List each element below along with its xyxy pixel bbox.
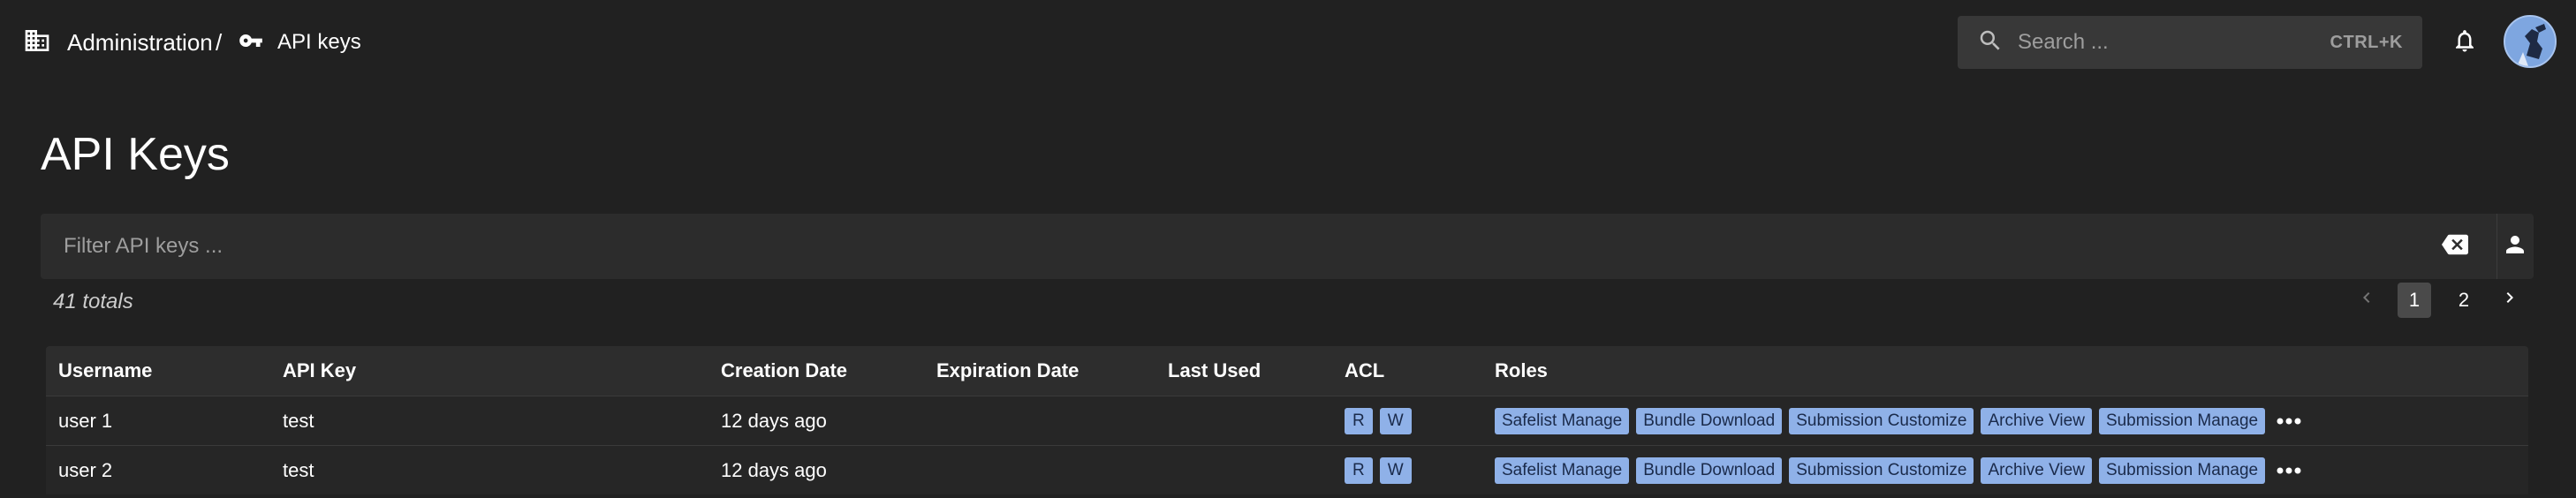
acl-chip-write: W (1379, 407, 1412, 434)
role-chip: Archive View (1981, 407, 2092, 434)
header-acl: ACL (1345, 359, 1385, 381)
filter-input[interactable]: Filter API keys ... (64, 214, 223, 279)
key-icon (235, 28, 267, 57)
page-title: API Keys (41, 129, 230, 180)
cell-username: user 1 (58, 409, 113, 432)
more-horizontal-icon[interactable] (2276, 417, 2302, 426)
header-api-key[interactable]: API Key (283, 346, 356, 396)
cell-username: user 2 (58, 458, 113, 481)
cell-api-key: test (283, 458, 314, 481)
role-chip: Submission Customize (1789, 407, 1974, 434)
cell-creation-date: 12 days ago (721, 458, 827, 481)
table-row[interactable]: user 2 test 12 days ago R W Safelist Man… (46, 445, 2528, 494)
role-chip: Submission Manage (2098, 407, 2266, 434)
acl-chip-read: R (1345, 407, 1373, 434)
bell-icon (2451, 26, 2478, 59)
more-horizontal-icon[interactable] (2276, 466, 2302, 475)
table-header-row: Username API Key Creation Date Expiratio… (46, 346, 2528, 396)
acl-chip-write: W (1379, 456, 1412, 484)
header-expiration-date[interactable]: Expiration Date (936, 346, 1079, 396)
role-chip: Archive View (1981, 456, 2092, 484)
header-last-used[interactable]: Last Used (1168, 346, 1261, 396)
chevron-left-icon (2356, 287, 2377, 313)
breadcrumb-administration-label: Administration (67, 28, 213, 56)
cell-creation-date: 12 days ago (721, 409, 827, 432)
role-chip: Submission Customize (1789, 456, 1974, 484)
api-keys-table: Username API Key Creation Date Expiratio… (46, 346, 2528, 494)
cell-roles: Safelist Manage Bundle Download Submissi… (1495, 396, 2302, 445)
global-search-input[interactable]: Search ... CTRL+K (1958, 16, 2422, 69)
backspace-clear-icon (2438, 231, 2472, 262)
search-icon (1977, 27, 2004, 58)
pagination-next-button[interactable] (2496, 283, 2523, 318)
breadcrumb-administration[interactable]: Administration (21, 0, 213, 85)
notifications-button[interactable] (2447, 23, 2482, 62)
chevron-right-icon (2499, 287, 2520, 313)
breadcrumb-api-keys[interactable]: API keys (235, 0, 361, 85)
search-shortcut-hint: CTRL+K (2330, 32, 2403, 52)
pagination-page-2[interactable]: 2 (2447, 283, 2481, 318)
acl-chip-read: R (1345, 456, 1373, 484)
role-chip: Safelist Manage (1495, 456, 1630, 484)
breadcrumb-separator: / (216, 28, 223, 56)
person-icon (2502, 231, 2528, 262)
role-chip: Bundle Download (1636, 456, 1783, 484)
role-chip: Safelist Manage (1495, 407, 1630, 434)
pagination-previous-button[interactable] (2353, 283, 2380, 318)
breadcrumb-api-keys-label: API keys (277, 30, 361, 54)
filter-bar: Filter API keys ... (41, 214, 2534, 279)
cell-acl: R W (1345, 446, 1419, 494)
business-icon (21, 26, 53, 59)
user-avatar[interactable] (2504, 15, 2557, 68)
header-roles: Roles (1495, 359, 1548, 381)
top-app-bar: Administration / API keys Search ... CTR… (0, 0, 2576, 85)
header-username[interactable]: Username (58, 346, 152, 396)
header-creation-date[interactable]: Creation Date (721, 346, 847, 396)
role-chip: Bundle Download (1636, 407, 1783, 434)
clear-filter-button[interactable] (2435, 226, 2475, 267)
user-filter-button[interactable] (2496, 214, 2534, 279)
cell-acl: R W (1345, 396, 1419, 445)
results-total: 41 totals (53, 290, 133, 313)
search-placeholder: Search ... (2018, 30, 2109, 54)
cell-roles: Safelist Manage Bundle Download Submissi… (1495, 446, 2302, 494)
table-row[interactable]: user 1 test 12 days ago R W Safelist Man… (46, 396, 2528, 445)
pagination-page-1[interactable]: 1 (2398, 283, 2431, 318)
cell-api-key: test (283, 409, 314, 432)
role-chip: Submission Manage (2098, 456, 2266, 484)
